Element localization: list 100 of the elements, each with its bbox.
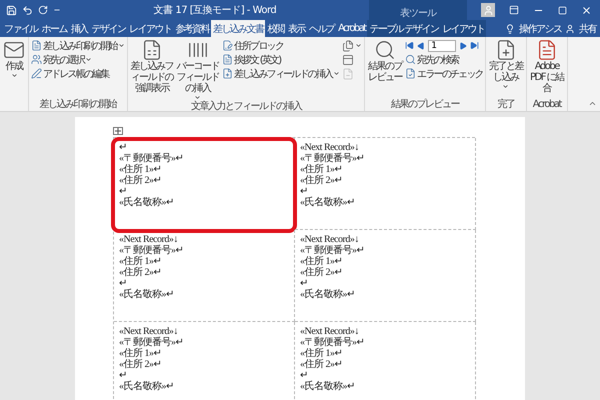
ribbon-tab[interactable]: 表示: [286, 20, 307, 37]
ribbon-button[interactable]: 差し込み印刷の開始: [31, 39, 125, 52]
merge-field-text: ↵: [300, 186, 308, 197]
ribbon-tab[interactable]: 校閲: [265, 20, 286, 37]
save-icon[interactable]: [6, 4, 17, 16]
merge-field-text: «住所 2»↵: [300, 267, 342, 278]
merge-field-text: «住所 1»↵: [300, 164, 342, 175]
merge-field-text: «住所 1»↵: [300, 256, 342, 267]
caret-icon: [333, 70, 340, 77]
merge-field-text: ↵: [119, 186, 126, 197]
merge-field-text: «住所 2»↵: [300, 359, 342, 370]
merge-field-text: «Next Record»↓: [300, 234, 359, 245]
icon-button[interactable]: [342, 39, 362, 52]
merge-field-text: «〒郵便番号»↵: [119, 337, 183, 348]
search-icon: [405, 54, 416, 65]
merge-field-text: «〒郵便番号»↵: [300, 337, 364, 348]
ribbon-button[interactable]: アドレス帳の編集: [31, 67, 125, 80]
document-icon: [342, 40, 354, 52]
first-record-button[interactable]: [405, 41, 414, 50]
document-plus-icon: [222, 68, 233, 79]
ribbon-button[interactable]: 差し込みフィールドの挿入: [222, 67, 340, 80]
merge-field-text: «Next Record»↓: [300, 142, 359, 153]
maximize-icon[interactable]: [558, 6, 567, 14]
merge-field-text: «住所 2»↵: [119, 359, 161, 370]
people-icon: [31, 54, 42, 65]
merge-field-text: «〒郵便番号»↵: [300, 153, 364, 164]
document-icon: [222, 40, 233, 51]
next-record-button[interactable]: [459, 42, 468, 50]
share-button[interactable]: 共有: [579, 22, 596, 36]
merge-field-text: «住所 1»↵: [119, 348, 161, 359]
merge-field-text: «〒郵便番号»↵: [300, 245, 364, 256]
merge-field-text: «〒郵便番号»↵: [119, 245, 183, 256]
ribbon-button[interactable]: エラーのチェック: [405, 67, 483, 80]
previous-record-button[interactable]: [417, 42, 426, 50]
undo-icon[interactable]: [22, 4, 33, 16]
last-record-button[interactable]: [470, 41, 480, 50]
caret-icon: [10, 72, 18, 79]
ribbon-button[interactable]: 宛先の検索: [405, 53, 483, 66]
merge-field-text: «住所 1»↵: [119, 256, 161, 267]
merge-field-text: «氏名敬称»↵: [300, 289, 354, 300]
merge-field-text: ↵: [119, 142, 126, 153]
caret-icon: [194, 94, 202, 101]
group-label: 完了: [496, 99, 516, 111]
ribbon-tab[interactable]: テーブル デザイン: [367, 20, 440, 37]
ribbon-button[interactable]: 結果のプレビュー: [367, 39, 404, 83]
document-icon: [342, 54, 354, 66]
merge-field-text: ↵: [119, 370, 126, 381]
record-field[interactable]: 1: [428, 40, 456, 52]
ribbon-display-icon[interactable]: [509, 5, 519, 15]
caret-icon: [502, 83, 510, 90]
close-icon[interactable]: [581, 4, 592, 16]
merge-field-text: ↵: [300, 370, 308, 381]
merge-field-text: «住所 1»↵: [300, 348, 342, 359]
ribbon-tab[interactable]: 参考資料: [173, 20, 211, 37]
ribbon-tab[interactable]: 差し込み文書: [210, 20, 266, 37]
merge-field-text: «住所 2»↵: [119, 175, 161, 186]
ribbon-button[interactable]: 挨拶文 (英文): [222, 53, 340, 66]
group-label: 結果のプレビュー: [390, 99, 461, 111]
merge-field-text: «〒郵便番号»↵: [119, 153, 183, 164]
ribbon-button[interactable]: 宛先の選択: [31, 53, 125, 66]
ribbon-tab[interactable]: 挿入: [68, 20, 90, 37]
envelope-icon: [3, 39, 25, 61]
ribbon-tab[interactable]: ファイル: [2, 20, 40, 37]
collapse-icon[interactable]: [588, 99, 597, 108]
merge-field-text: «住所 1»↵: [119, 164, 161, 175]
ribbon-tab[interactable]: レイアウト: [127, 20, 174, 37]
ribbon-tab[interactable]: ホーム: [40, 20, 69, 37]
ribbon-tab[interactable]: ヘルプ: [306, 20, 336, 37]
ribbon-tab[interactable]: レイアウト: [440, 20, 486, 37]
document-icon: [31, 40, 42, 51]
merge-field-text: «氏名敬称»↵: [119, 381, 174, 392]
window-title: 文書 17 [互換モード] - Word: [152, 4, 278, 17]
group-label: 文章入力とフィールドの挿入: [190, 101, 303, 113]
merge-field-text: «住所 2»↵: [119, 267, 161, 278]
merge-field-text: «氏名敬称»↵: [119, 289, 174, 300]
ribbon-button[interactable]: 住所ブロック: [222, 39, 340, 52]
ribbon-tab[interactable]: Acrobat: [336, 20, 368, 37]
caret-icon: [85, 56, 92, 63]
ribbon-button[interactable]: 作成: [2, 39, 26, 79]
pen-icon: [31, 68, 42, 79]
merge-field-text: ↵: [119, 278, 126, 289]
merge-field-text: «Next Record»↓: [119, 326, 178, 337]
document-check-icon: [405, 68, 416, 79]
merge-field-text: ↵: [300, 278, 308, 289]
merge-field-text: «氏名敬称»↵: [300, 381, 354, 392]
merge-field-text: «Next Record»↓: [300, 326, 359, 337]
ribbon-button[interactable]: バーコードフィールドの挿入: [176, 39, 220, 101]
redo-icon[interactable]: [38, 5, 48, 15]
group-label: Acrobat: [532, 99, 562, 111]
group-label: 差し込み印刷の開始: [38, 99, 118, 111]
merge-field-text: «氏名敬称»↵: [119, 197, 174, 208]
ribbon-button[interactable]: 差し込みフィールドの強調表示: [130, 39, 174, 94]
context-label: 表ツール: [369, 0, 467, 20]
ribbon-tab[interactable]: デザイン: [90, 20, 128, 37]
lightbulb-icon: [505, 24, 516, 34]
caret-icon: [355, 42, 362, 49]
table-move-handle[interactable]: [113, 127, 123, 135]
tell-me-field[interactable]: 操作アシス: [519, 22, 562, 36]
ribbon-button[interactable]: Adobe PDF に結合: [528, 39, 565, 94]
ribbon-button[interactable]: 完了と差し込み: [488, 39, 524, 90]
